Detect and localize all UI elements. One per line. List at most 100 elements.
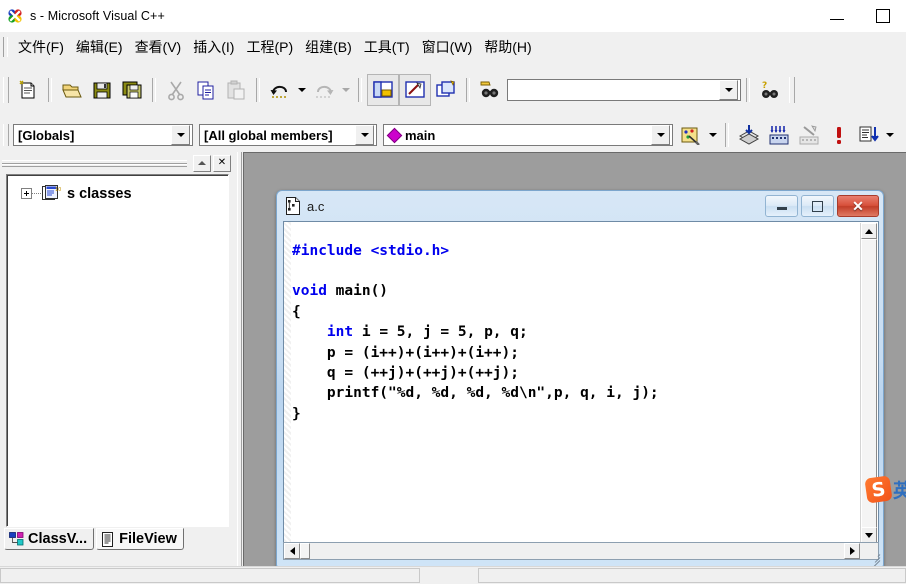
resize-grip[interactable] [868, 550, 881, 569]
window-list-icon[interactable] [431, 75, 461, 105]
class-combo-arrow[interactable] [171, 125, 190, 145]
horizontal-scroll-thumb[interactable] [300, 543, 310, 559]
members-combo[interactable]: [All global members] [199, 124, 377, 146]
paste-icon[interactable] [221, 75, 251, 105]
function-combo-value: main [405, 127, 436, 143]
class-combo[interactable]: [Globals] [13, 124, 193, 146]
menu-tools[interactable]: 工具(T) [358, 37, 416, 57]
scroll-right-button[interactable] [844, 543, 860, 559]
code-token: { [292, 303, 301, 320]
scroll-up-button[interactable] [861, 223, 877, 239]
classes-folder-icon: 10 [42, 185, 61, 202]
source-code[interactable]: #include <stdio.h> void main() { int i =… [292, 241, 659, 425]
toolbar-separator [466, 78, 470, 102]
redo-icon[interactable] [309, 75, 339, 105]
find-input[interactable] [508, 80, 719, 100]
new-text-file-icon[interactable] [13, 75, 43, 105]
minimize-button[interactable] [814, 0, 860, 32]
sogou-logo-icon: S [864, 475, 893, 504]
sogou-ime-indicator[interactable]: S 英 [864, 475, 906, 504]
tree-expander-icon[interactable] [21, 188, 32, 199]
scroll-left-button[interactable] [284, 543, 300, 559]
workspace-drag-grip[interactable] [2, 159, 187, 167]
toolbar-end-grip [789, 77, 795, 103]
editor-close-button[interactable]: ✕ [837, 195, 879, 217]
find-in-files-icon[interactable] [475, 75, 505, 105]
status-info-cell [478, 568, 906, 583]
tab-classview[interactable]: ClassV... [4, 528, 95, 550]
close-icon: ✕ [852, 198, 864, 214]
menu-file[interactable]: 文件(F) [12, 37, 70, 57]
stop-build-icon[interactable] [794, 120, 824, 150]
members-combo-arrow[interactable] [355, 125, 374, 145]
menu-help[interactable]: 帮助(H) [478, 37, 537, 57]
function-combo[interactable]: main [383, 124, 673, 146]
tab-fileview[interactable]: FileView [96, 528, 184, 550]
go-debug-icon[interactable] [854, 120, 884, 150]
editor-horizontal-scrollbar[interactable] [283, 542, 879, 560]
code-token: <stdio.h> [370, 242, 450, 259]
function-combo-arrow[interactable] [651, 125, 670, 145]
editor-window-controls: ✕ [765, 195, 879, 217]
source-editor-window: a.c ✕ #include <stdio.h> void main() { i… [276, 190, 884, 569]
menu-build[interactable]: 组建(B) [299, 37, 358, 57]
workspace-dock-button[interactable] [193, 154, 211, 172]
editor-title-bar[interactable]: a.c ✕ [277, 191, 883, 221]
workspace-pane: ✕ 10 s classes ClassV... FileView [0, 152, 235, 567]
window-controls [814, 0, 906, 32]
code-token: i = 5, j = 5, p, q; [353, 324, 528, 341]
scroll-down-button[interactable] [861, 527, 877, 543]
find-combo-arrow[interactable] [719, 80, 738, 100]
fileview-icon [101, 531, 115, 547]
standard-toolbar-grip[interactable] [3, 77, 9, 103]
menu-insert[interactable]: 插入(I) [187, 37, 240, 57]
find-combo[interactable] [507, 79, 741, 101]
copy-icon[interactable] [191, 75, 221, 105]
menu-project[interactable]: 工程(P) [240, 37, 299, 57]
status-message-cell [0, 568, 420, 583]
build-icon[interactable] [764, 120, 794, 150]
editor-minimize-button[interactable] [765, 195, 798, 217]
workspace-close-button[interactable]: ✕ [213, 154, 231, 172]
tab-classview-label: ClassV... [28, 531, 88, 547]
selection-margin[interactable] [284, 222, 291, 544]
ime-mode-label[interactable]: 英 [893, 476, 906, 503]
redo-dropdown-icon[interactable] [339, 75, 353, 105]
find-help-icon[interactable]: ? [755, 75, 785, 105]
tab-fileview-label: FileView [119, 531, 177, 547]
members-combo-value: [All global members] [204, 127, 333, 143]
code-token: } [292, 405, 301, 422]
maximize-button[interactable] [860, 0, 906, 32]
editor-maximize-button[interactable] [801, 195, 834, 217]
svg-text:?: ? [762, 81, 767, 91]
toolbar-separator [152, 78, 156, 102]
toolbar-separator [746, 78, 750, 102]
menu-window[interactable]: 窗口(W) [416, 37, 479, 57]
tree-item-s-classes[interactable]: 10 s classes [21, 185, 228, 202]
undo-dropdown-icon[interactable] [295, 75, 309, 105]
save-icon[interactable] [87, 75, 117, 105]
code-token: printf("%d, %d, %d, %d\n",p, q, i, j); [292, 385, 659, 402]
save-all-icon[interactable] [117, 75, 147, 105]
workspace-window-icon[interactable] [367, 74, 399, 106]
output-window-icon[interactable] [399, 74, 431, 106]
open-folder-icon[interactable] [57, 75, 87, 105]
cut-scissors-icon[interactable] [161, 75, 191, 105]
execute-icon[interactable] [824, 120, 854, 150]
menu-bar-grip[interactable] [3, 37, 8, 57]
debug-dropdown-icon[interactable] [884, 120, 896, 150]
menu-edit[interactable]: 编辑(E) [70, 37, 129, 57]
compile-icon[interactable] [734, 120, 764, 150]
editor-text-area[interactable]: #include <stdio.h> void main() { int i =… [283, 221, 879, 545]
wizardbar-dropdown-icon[interactable] [705, 120, 720, 150]
menu-view[interactable]: 查看(V) [129, 37, 188, 57]
wizardbar-action-icon[interactable] [675, 120, 705, 150]
workspace-splitter[interactable] [235, 152, 243, 567]
toolbar-separator [48, 78, 52, 102]
undo-icon[interactable] [265, 75, 295, 105]
wizardbar-grip[interactable] [3, 124, 9, 146]
classview-tree[interactable]: 10 s classes [6, 174, 229, 527]
class-combo-value: [Globals] [18, 127, 75, 143]
